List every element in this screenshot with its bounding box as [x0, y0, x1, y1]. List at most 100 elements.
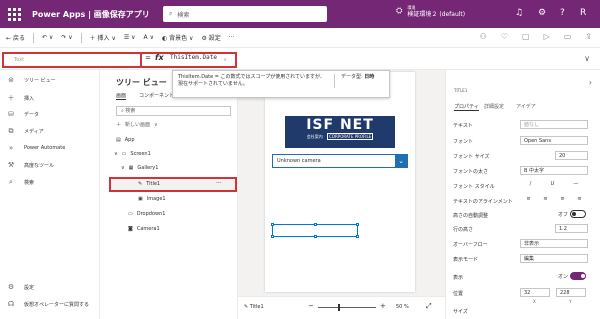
- new-screen-button[interactable]: ＋新しい画面 ∨: [116, 121, 158, 129]
- more-icon[interactable]: ···: [229, 34, 235, 41]
- search-icon: ⌕: [9, 178, 13, 186]
- prop-line-height-value[interactable]: 1.2: [555, 224, 588, 233]
- auto-height-toggle[interactable]: [570, 210, 586, 218]
- tab-components[interactable]: コンポーネント: [139, 92, 174, 99]
- prop-font-weight-value[interactable]: B 中太字: [520, 166, 588, 175]
- align-justify-icon[interactable]: ≡: [577, 196, 581, 205]
- tab-advanced[interactable]: 詳細設定: [484, 103, 504, 110]
- properties-panel: TITLE1 › プロパティ 詳細設定 アイデア: [445, 70, 600, 319]
- screen-icon: ▭: [121, 151, 127, 157]
- zoom-slider-handle[interactable]: [338, 304, 340, 311]
- checker-icon[interactable]: ♡: [501, 32, 508, 41]
- prop-label: オーバーフロー: [453, 242, 488, 248]
- nav-item-search[interactable]: ⌕ 検索: [6, 178, 34, 187]
- nav-item-treeview[interactable]: ⊜ ツリー ビュー: [6, 76, 56, 84]
- zoom-in-button[interactable]: +: [380, 302, 386, 310]
- tab-properties[interactable]: プロパティ: [454, 103, 479, 111]
- prop-overflow-value[interactable]: 非表示: [520, 239, 588, 248]
- prop-label: サイズ: [453, 309, 468, 315]
- back-button[interactable]: ← 戻る: [6, 33, 25, 42]
- background-button[interactable]: ◐ 背景色 ∨: [162, 33, 193, 42]
- more-options-icon[interactable]: ···: [216, 180, 222, 187]
- nav-item-copilot[interactable]: ☊ 仮想オペレーターに質問する: [6, 300, 89, 308]
- nav-item-data[interactable]: ⛁ データ: [6, 110, 39, 118]
- formula-input[interactable]: ThisItem.Date: [170, 54, 217, 61]
- prop-font-value[interactable]: Open Sans: [520, 136, 588, 145]
- save-icon[interactable]: ▭: [564, 32, 572, 41]
- fit-screen-icon[interactable]: ⤢: [426, 302, 432, 311]
- italic-icon[interactable]: /: [530, 181, 532, 190]
- tab-screens[interactable]: 画面: [116, 92, 127, 100]
- zoom-slider[interactable]: [318, 307, 376, 308]
- plus-icon: ＋: [7, 94, 15, 102]
- tree-item-title1[interactable]: ✎ Title1: [138, 181, 160, 187]
- undo-icon[interactable]: ↶ ∨: [42, 34, 53, 41]
- insert-button[interactable]: ＋ 挿入 ∨: [90, 33, 116, 42]
- nav-item-settings[interactable]: ⚙ 設定: [6, 283, 34, 291]
- prop-label: テキスト: [453, 123, 473, 129]
- align-left-icon[interactable]: ≡: [526, 196, 530, 205]
- camera-dropdown[interactable]: Unknown camera ⌄: [272, 154, 408, 168]
- position-x-input[interactable]: 32: [520, 288, 550, 297]
- tree-search-input[interactable]: ⌕ 検索: [116, 106, 231, 116]
- logo-sub-text: 会社案内: [306, 134, 323, 139]
- prop-display-mode-value[interactable]: 編集: [520, 254, 588, 263]
- layers-icon: ⊜: [8, 76, 14, 84]
- settings-button[interactable]: ⚙ 設定: [201, 33, 220, 42]
- logo-tag-text: CORPORATE PROFILE: [327, 133, 374, 140]
- command-bar-right: ⚇ ♡ ▢ ▷ ▭ ⇪: [480, 32, 592, 41]
- screen1-canvas[interactable]: ISF NET 会社案内 CORPORATE PROFILE Unknown c…: [265, 72, 415, 292]
- gallery-icon: ▦: [128, 165, 134, 171]
- media-icon: ⧉: [8, 127, 14, 135]
- tree-item-screen1[interactable]: ∨ ▭ Screen1: [114, 151, 151, 157]
- nav-item-media[interactable]: ⧉ メディア: [6, 127, 44, 136]
- tree-item-gallery1[interactable]: ∨ ▦ Gallery1: [121, 165, 158, 171]
- settings-icon[interactable]: ⚙: [538, 8, 546, 18]
- position-y-label: Y: [569, 299, 572, 304]
- redo-icon[interactable]: ↷ ∨: [61, 34, 72, 41]
- plus-icon: ＋: [116, 122, 122, 128]
- strikethrough-icon[interactable]: —: [573, 181, 578, 190]
- nav-item-advanced-tools[interactable]: ⚒ 高度なツール: [6, 161, 54, 169]
- share-icon[interactable]: ⚇: [480, 32, 487, 41]
- tree-item-dropdown1[interactable]: ▭ Dropdown1: [128, 211, 165, 217]
- align-right-icon[interactable]: ≡: [560, 196, 564, 205]
- position-y-input[interactable]: 228: [556, 288, 586, 297]
- dropdown-icon: ▭: [128, 211, 133, 217]
- global-search-input[interactable]: ⌕ 検索: [163, 6, 327, 22]
- tab-ideas[interactable]: アイデア: [516, 103, 536, 110]
- help-icon[interactable]: ?: [560, 8, 565, 18]
- text-align-buttons[interactable]: ≡ ≡ ≡ ≡: [520, 196, 588, 205]
- prop-font-size-value[interactable]: 20: [555, 151, 588, 160]
- preview-icon[interactable]: ▷: [544, 32, 550, 41]
- company-logo-image[interactable]: ISF NET 会社案内 CORPORATE PROFILE: [285, 116, 395, 148]
- zoom-out-button[interactable]: −: [308, 302, 314, 310]
- nav-item-power-automate[interactable]: » Power Automate: [6, 144, 65, 152]
- tree-item-app[interactable]: ▤ App: [116, 137, 135, 143]
- underline-icon[interactable]: U: [550, 181, 554, 190]
- chevron-down-icon: ∨: [154, 121, 158, 128]
- environment-label: 環境: [407, 5, 416, 10]
- align-icon[interactable]: ☰ ∨: [124, 34, 136, 41]
- prop-text-value[interactable]: 値なし: [520, 120, 588, 129]
- title1-selection-box[interactable]: [271, 223, 359, 238]
- nav-item-insert[interactable]: ＋挿入: [6, 93, 35, 103]
- prop-label: 高さの自動調整: [453, 213, 489, 219]
- expand-formula-icon[interactable]: ∨: [584, 54, 590, 63]
- visible-toggle[interactable]: [570, 272, 586, 280]
- tree-item-camera1[interactable]: ◙ Camera1: [128, 226, 160, 232]
- environment-picker[interactable]: ⛭ 環境 検証環境２ (default): [396, 4, 465, 18]
- search-icon: ⌕: [169, 10, 173, 17]
- notification-icon[interactable]: ♫: [515, 8, 523, 18]
- color-button[interactable]: A ∨: [144, 34, 154, 41]
- tree-item-image1[interactable]: ▣ Image1: [138, 196, 166, 202]
- zoom-level: 50 %: [396, 304, 409, 310]
- chevron-right-icon[interactable]: ›: [589, 78, 592, 87]
- publish-icon[interactable]: ⇪: [585, 32, 592, 41]
- app-launcher-icon[interactable]: [8, 7, 22, 21]
- align-center-icon[interactable]: ≡: [543, 196, 547, 205]
- avatar[interactable]: R: [580, 8, 586, 18]
- comment-icon[interactable]: ▢: [522, 32, 530, 41]
- canvas-footer: ✎ Title1 − + 50 % ⤢: [238, 296, 445, 319]
- font-style-buttons[interactable]: / U —: [520, 181, 588, 190]
